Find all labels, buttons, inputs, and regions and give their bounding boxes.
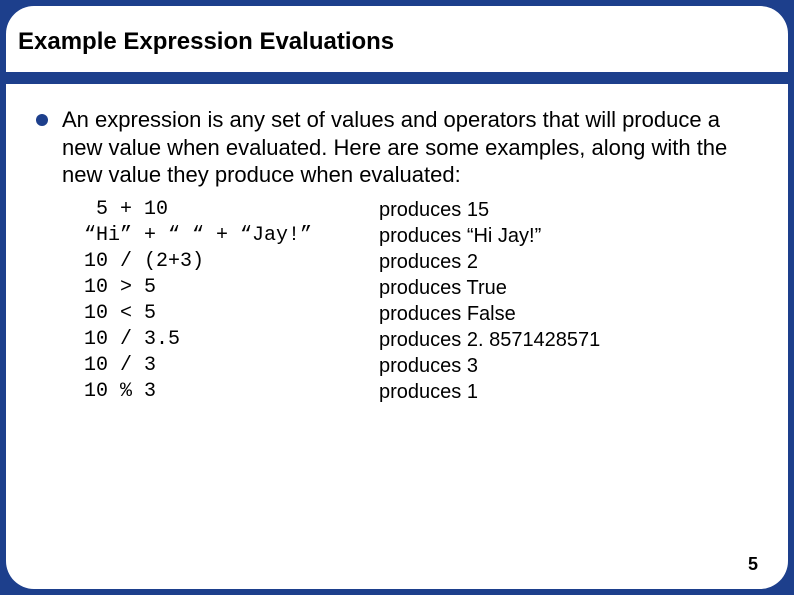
result-cell: produces 2 — [379, 249, 478, 275]
result-cell: produces “Hi Jay!” — [379, 223, 541, 249]
table-row: 10 / 3.5 produces 2. 8571428571 — [84, 327, 758, 353]
expression-cell: 5 + 10 — [84, 197, 379, 223]
expression-cell: 10 / 3 — [84, 353, 379, 379]
result-cell: produces 15 — [379, 197, 489, 223]
expression-cell: 10 > 5 — [84, 275, 379, 301]
page-number: 5 — [748, 554, 758, 575]
title-divider — [6, 72, 788, 84]
table-row: 10 < 5 produces False — [84, 301, 758, 327]
result-cell: produces 1 — [379, 379, 478, 405]
expression-cell: “Hi” + “ “ + “Jay!” — [84, 223, 379, 249]
bullet-icon — [36, 114, 48, 126]
expression-cell: 10 / 3.5 — [84, 327, 379, 353]
result-cell: produces 2. 8571428571 — [379, 327, 600, 353]
content-area: An expression is any set of values and o… — [6, 84, 788, 405]
expression-cell: 10 < 5 — [84, 301, 379, 327]
examples-table: 5 + 10 produces 15 “Hi” + “ “ + “Jay!” p… — [84, 197, 758, 405]
bullet-row: An expression is any set of values and o… — [36, 106, 758, 189]
slide: Example Expression Evaluations An expres… — [6, 6, 788, 589]
result-cell: produces False — [379, 301, 516, 327]
table-row: “Hi” + “ “ + “Jay!” produces “Hi Jay!” — [84, 223, 758, 249]
intro-text: An expression is any set of values and o… — [62, 106, 758, 189]
table-row: 10 % 3 produces 1 — [84, 379, 758, 405]
result-cell: produces 3 — [379, 353, 478, 379]
result-cell: produces True — [379, 275, 507, 301]
title-area: Example Expression Evaluations — [6, 6, 788, 66]
table-row: 10 > 5 produces True — [84, 275, 758, 301]
table-row: 10 / 3 produces 3 — [84, 353, 758, 379]
expression-cell: 10 / (2+3) — [84, 249, 379, 275]
expression-cell: 10 % 3 — [84, 379, 379, 405]
table-row: 5 + 10 produces 15 — [84, 197, 758, 223]
table-row: 10 / (2+3) produces 2 — [84, 249, 758, 275]
slide-title: Example Expression Evaluations — [18, 28, 778, 56]
